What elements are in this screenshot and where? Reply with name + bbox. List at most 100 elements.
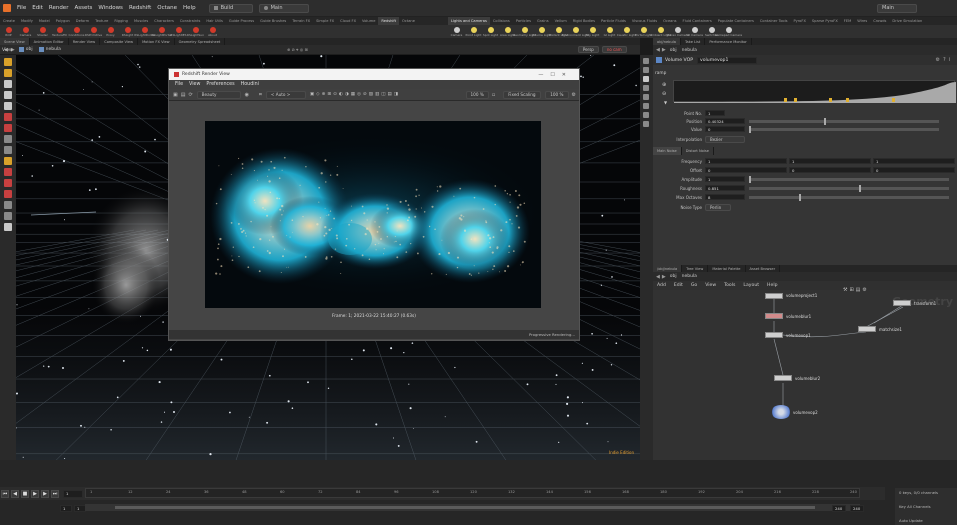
max-octaves-field[interactable]: 8 xyxy=(705,194,745,200)
shelf-tab-collisions[interactable]: Collisions xyxy=(490,17,513,25)
shelf-tool-volume-light[interactable]: Volume Light xyxy=(532,26,551,37)
menu-redshift[interactable]: Redshift xyxy=(126,5,154,11)
param-path-node[interactable]: nebula xyxy=(682,48,697,53)
roughness-slider-knob[interactable] xyxy=(859,184,861,192)
menu-assets[interactable]: Assets xyxy=(71,5,95,11)
shelf-tool-rsprimitive[interactable]: RSPrimitive xyxy=(85,26,102,37)
stop-button[interactable]: ■ xyxy=(21,489,29,498)
shelf-tool-rslightportal[interactable]: RSLightPortal xyxy=(151,26,172,37)
jump-start-button[interactable]: ⏮ xyxy=(1,489,9,498)
shading-icon[interactable] xyxy=(643,76,649,82)
render-canvas[interactable]: Frame: 1; 2021-03-22 15:40:27 (0.63s) Pr… xyxy=(169,101,579,340)
points-icon[interactable] xyxy=(643,94,649,100)
houdini-logo-icon[interactable] xyxy=(3,4,11,12)
point-no-field[interactable]: 1 xyxy=(705,110,725,116)
crop-icon[interactable]: ⌗ xyxy=(259,92,262,98)
subtab-distort-noise[interactable]: Distort Noise xyxy=(682,147,714,155)
shelf-tab-fem[interactable]: FEM xyxy=(841,17,854,25)
shelf-tool-shader[interactable]: Shader xyxy=(34,26,51,37)
menu-file[interactable]: File xyxy=(14,5,29,11)
shelf-tab-container-tools[interactable]: Container Tools xyxy=(757,17,791,25)
shelf-tab-redshift[interactable]: Redshift xyxy=(378,17,400,25)
offset-y-field[interactable]: 0 xyxy=(789,167,871,173)
rv-menu-preferences[interactable]: Preferences xyxy=(203,82,237,87)
shelf-tab-characters[interactable]: Characters xyxy=(151,17,177,25)
shelf-tab-polygon[interactable]: Polygon xyxy=(53,17,73,25)
shelf-tab-grains[interactable]: Grains xyxy=(534,17,552,25)
shelf-tab-rigging[interactable]: Rigging xyxy=(111,17,131,25)
shelf-tool-point-light[interactable]: Point Light xyxy=(465,26,482,37)
zoom-b-field[interactable]: 100 % xyxy=(545,90,569,99)
shelf-tool-spot-light[interactable]: Spot Light xyxy=(482,26,499,37)
shelf-tool-environment-light[interactable]: Environment Light xyxy=(562,26,589,37)
range-end-field[interactable]: 240 xyxy=(832,504,846,512)
interpolation-select[interactable]: Bezier xyxy=(705,135,745,143)
amplitude-slider[interactable] xyxy=(749,175,949,183)
shelf-tab-sparse-pyrofx[interactable]: Sparse PyroFX xyxy=(809,17,841,25)
node-volumevop2-display[interactable] xyxy=(771,405,791,419)
wireframe-icon[interactable] xyxy=(643,85,649,91)
shelf-tab-constraints[interactable]: Constraints xyxy=(177,17,204,25)
auto-update-select[interactable]: Auto Update xyxy=(895,511,957,525)
node-volumeproject1[interactable] xyxy=(765,293,783,299)
range-slider[interactable] xyxy=(85,504,860,511)
ramp-widget[interactable] xyxy=(673,80,956,103)
magnet-tool-icon[interactable] xyxy=(4,190,12,198)
node-name-field[interactable]: volumevop1 xyxy=(697,56,757,64)
rv-menu-view[interactable]: View xyxy=(186,82,203,87)
persp-menu[interactable]: Persp xyxy=(577,46,599,53)
path-node[interactable]: nebula xyxy=(46,47,61,52)
shelf-tab-cloud-fx[interactable]: Cloud FX xyxy=(337,17,359,25)
move-tool-icon[interactable] xyxy=(4,80,12,88)
roughness-slider[interactable] xyxy=(749,184,949,192)
param-path-obj[interactable]: obj xyxy=(670,48,677,53)
roughness-field[interactable]: 0.851 xyxy=(705,185,745,191)
shelf-tab-simple-fx[interactable]: Simple FX xyxy=(313,17,337,25)
range-end2-field[interactable]: 240 xyxy=(850,504,864,512)
ramp-expand-icon[interactable]: ▼ xyxy=(664,100,667,105)
pose-tool-icon[interactable] xyxy=(4,124,12,132)
shelf-tab-rigid-bodies[interactable]: Rigid Bodies xyxy=(570,17,598,25)
desktop-build-select[interactable]: Build xyxy=(208,3,253,13)
shelf-tab-guide-brushes[interactable]: Guide Brushes xyxy=(257,17,289,25)
remove-point-icon[interactable]: ⊖ xyxy=(662,91,666,97)
forward-arrow-icon[interactable]: ▶ xyxy=(662,47,666,53)
shelf-tool-vr-camera[interactable]: VR Camera xyxy=(686,26,703,37)
node-volumevop1[interactable] xyxy=(765,332,783,338)
shelf-tab-octane[interactable]: Octane xyxy=(399,17,418,25)
menu-windows[interactable]: Windows xyxy=(95,5,126,11)
shelf-tab-populate-containers[interactable]: Populate Containers xyxy=(715,17,757,25)
range-start-field[interactable]: 1 xyxy=(60,504,72,512)
position-slider[interactable] xyxy=(749,117,939,125)
shelf-tool-rslighties[interactable]: RSLightIES xyxy=(170,26,187,37)
frequency-z-field[interactable]: 1 xyxy=(873,158,955,164)
path-obj[interactable]: obj xyxy=(26,47,33,52)
offset-z-field[interactable]: 0 xyxy=(873,167,955,173)
scale-tool-icon[interactable] xyxy=(4,102,12,110)
shelf-tool-about[interactable]: About xyxy=(204,26,221,37)
node-volumeblur1[interactable] xyxy=(765,313,783,319)
snap-tools[interactable]: ⊕ ⊘ ⌖ ◎ ⊞ xyxy=(287,47,308,52)
shelf-tab-pyrofx[interactable]: PyroFX xyxy=(790,17,808,25)
shelf-tool-conditions[interactable]: Conditions xyxy=(68,26,85,37)
param-tab-1[interactable]: Take List xyxy=(681,38,706,45)
menu-help[interactable]: Help xyxy=(180,5,199,11)
pane-tab-scene-view[interactable]: Scene View xyxy=(0,38,30,45)
rv-menu-houdini[interactable]: Houdini xyxy=(238,82,262,87)
param-tab-0[interactable]: obj/nebula xyxy=(653,38,681,45)
display-options-icon[interactable] xyxy=(643,58,649,64)
aov-select[interactable]: Beauty xyxy=(196,90,241,99)
lights-icon[interactable] xyxy=(643,112,649,118)
back-arrow-icon[interactable]: ◀ xyxy=(656,47,660,53)
main-select[interactable]: Main xyxy=(258,3,309,13)
shelf-tool-sky-light[interactable]: Sky Light xyxy=(584,26,601,37)
frame-ruler[interactable]: 1 12 24 36 48 60 72 84 96 108 120 132 144 156 168 180 19… xyxy=(85,488,860,498)
shelf-tab-vellum[interactable]: Vellum xyxy=(552,17,570,25)
shelf-tool-gi-light[interactable]: GI Light xyxy=(601,26,618,37)
add-point-icon[interactable]: ⊕ xyxy=(662,82,666,88)
position-field[interactable]: 0.40324 xyxy=(705,118,745,124)
pane-tab-composite-view[interactable]: Composite View xyxy=(100,38,139,45)
ghost-icon[interactable] xyxy=(643,67,649,73)
range-slider-track[interactable] xyxy=(115,506,815,509)
node-transform1[interactable] xyxy=(893,300,911,306)
